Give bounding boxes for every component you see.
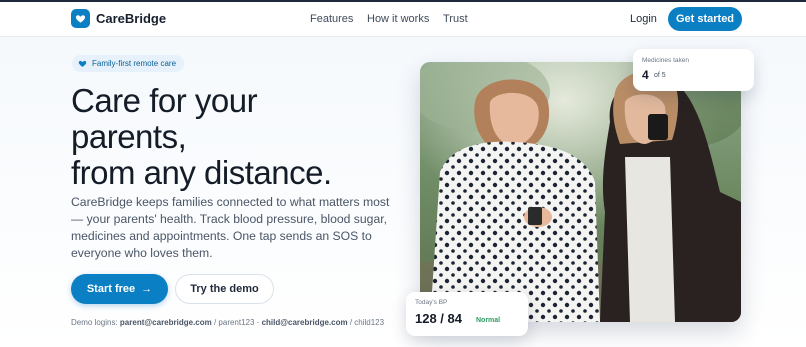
- bp-status-badge: Normal: [476, 317, 501, 324]
- demo-logins: Demo logins: parent@carebridge.com / par…: [71, 318, 384, 327]
- medicines-total: of 5: [654, 72, 666, 79]
- bp-card-label: Today's BP: [415, 299, 448, 306]
- hero-badge: Family-first remote care: [72, 55, 185, 72]
- bp-reading: 128 / 84: [415, 311, 462, 326]
- nav-link-how-it-works[interactable]: How it works: [367, 13, 429, 25]
- hero-title-line-2: parents,: [71, 118, 187, 155]
- nav-link-trust[interactable]: Trust: [443, 13, 468, 25]
- start-free-label: Start free: [86, 283, 136, 295]
- medicines-card: Medicines taken 4 of 5: [633, 49, 754, 91]
- start-free-button[interactable]: Start free →: [71, 274, 168, 304]
- medicines-taken-count: 4: [642, 68, 649, 82]
- hero-title: Care for your parents, from any distance…: [71, 83, 401, 191]
- hero-photo-illustration: [420, 62, 741, 322]
- bp-card: Today's BP 128 / 84 Normal: [406, 292, 528, 336]
- get-started-button[interactable]: Get started: [668, 7, 742, 31]
- hero-title-line-1: Care for your: [71, 82, 258, 119]
- brand-logo-icon[interactable]: [71, 9, 90, 28]
- demo-parent-email: parent@carebridge.com: [119, 318, 212, 327]
- top-nav: CareBridge Features How it works Trust L…: [0, 2, 806, 37]
- nav-link-features[interactable]: Features: [310, 13, 353, 25]
- heart-icon: [78, 60, 87, 67]
- demo-parent-password: / parent123 ·: [211, 318, 262, 327]
- hero-description: CareBridge keeps families connected to w…: [71, 195, 390, 260]
- hero-badge-label: Family-first remote care: [92, 59, 177, 68]
- demo-logins-prefix: Demo logins:: [71, 318, 118, 327]
- hero-photo: [420, 62, 741, 322]
- demo-child-password: / child123: [347, 318, 385, 327]
- medicines-card-label: Medicines taken: [642, 57, 689, 64]
- brand-name[interactable]: CareBridge: [96, 11, 166, 26]
- hero-title-line-3: from any distance.: [71, 154, 332, 191]
- heart-shield-icon: [75, 15, 86, 23]
- demo-child-email: child@carebridge.com: [261, 318, 348, 327]
- try-demo-button[interactable]: Try the demo: [175, 274, 274, 304]
- login-link[interactable]: Login: [630, 13, 657, 25]
- arrow-right-icon: →: [141, 283, 153, 295]
